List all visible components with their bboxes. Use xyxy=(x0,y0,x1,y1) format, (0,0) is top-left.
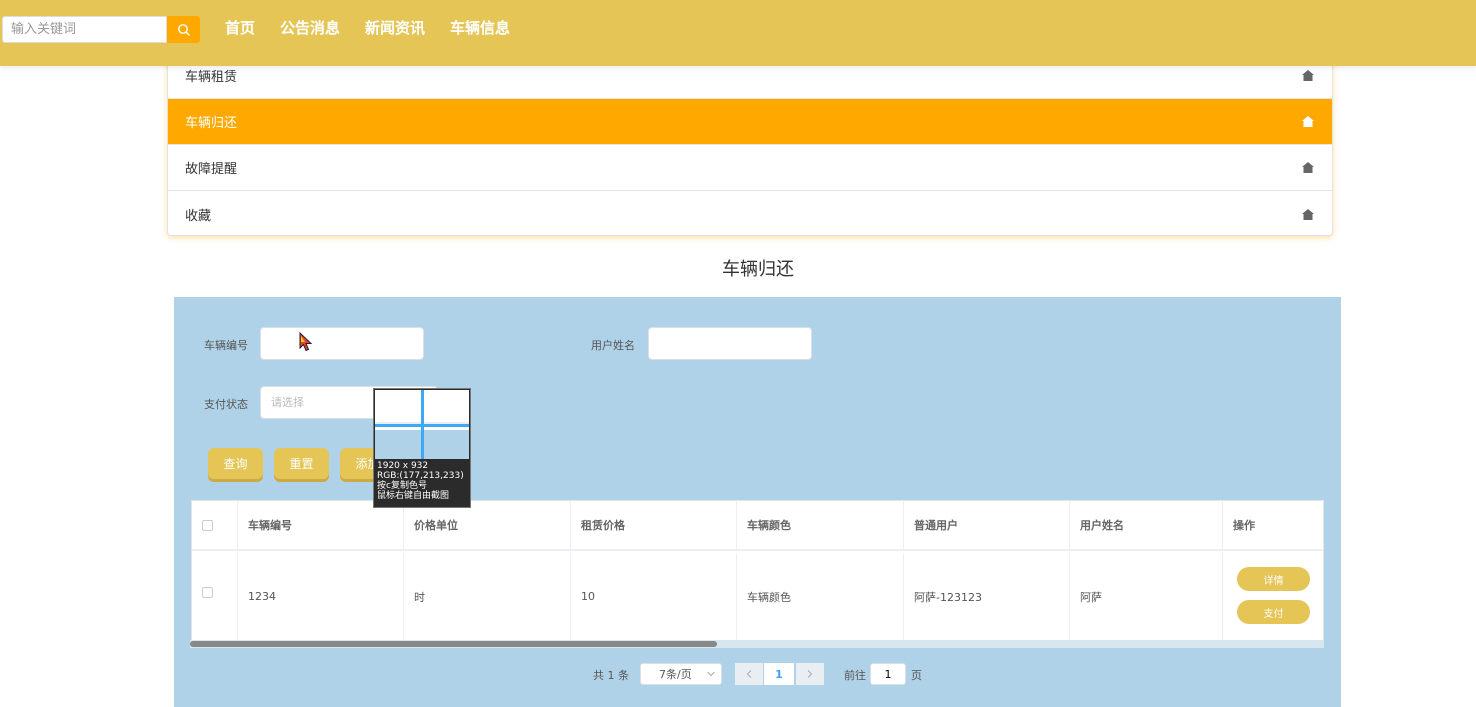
home-icon xyxy=(1302,70,1314,81)
picker-magnifier xyxy=(375,390,469,459)
goto-label: 前往 xyxy=(844,669,866,682)
search-button[interactable] xyxy=(167,16,200,43)
home-icon xyxy=(1302,116,1314,127)
table-cell: 10 xyxy=(571,553,737,640)
chevron-right-icon xyxy=(807,670,813,678)
select-all-cell xyxy=(192,501,238,551)
pagination-total: 共 1 条 xyxy=(593,669,629,682)
table-cell: 车辆颜色 xyxy=(737,553,904,640)
nav-item-home[interactable]: 首页 xyxy=(225,17,255,38)
nav-item-vehicle-info[interactable]: 车辆信息 xyxy=(450,17,510,38)
menu-item-label: 车辆租赁 xyxy=(185,70,238,85)
chevron-left-icon xyxy=(746,670,752,678)
picker-info: 1920 x 932 RGB:(177,213,233) 按c复制色号 鼠标右键… xyxy=(377,461,464,501)
pay-status-label: 支付状态 xyxy=(204,398,248,411)
table-cell: 时 xyxy=(404,553,571,640)
main-nav: 首页 公告消息 新闻资讯 车辆信息 xyxy=(225,17,510,38)
mouse-cursor-icon xyxy=(299,332,313,352)
table-cell: 1234 xyxy=(238,553,404,640)
next-page-button[interactable] xyxy=(796,663,824,685)
reset-button[interactable]: 重置 xyxy=(274,448,329,479)
home-icon xyxy=(1302,208,1314,220)
nav-item-news[interactable]: 新闻资讯 xyxy=(365,17,425,38)
picker-hint-capture: 鼠标右键自由截图 xyxy=(377,491,450,501)
table-header: 操作 xyxy=(1223,501,1323,551)
home-icon xyxy=(1302,162,1314,173)
table-cell: 阿萨 xyxy=(1070,553,1223,640)
page-size-select[interactable]: 7条/页 xyxy=(640,663,722,685)
data-table: 车辆编号 价格单位 租赁价格 车辆颜色 普通用户 用户姓名 操作 1234 时 … xyxy=(191,500,1324,647)
username-input[interactable] xyxy=(648,327,812,360)
table-header[interactable]: 普通用户 xyxy=(904,501,1070,551)
table-cell: 阿萨-123123 xyxy=(904,553,1070,640)
search-input[interactable] xyxy=(2,16,167,43)
menu-item-label: 故障提醒 xyxy=(185,162,238,177)
table-header[interactable]: 价格单位 xyxy=(404,501,571,551)
table-header[interactable]: 车辆颜色 xyxy=(737,501,904,551)
goto-page-input[interactable] xyxy=(870,663,906,685)
picker-size: 1920 x 932 xyxy=(377,461,429,471)
user-menu-list: 车辆租赁 车辆归还 故障提醒 收藏 xyxy=(167,52,1333,236)
table-header[interactable]: 租赁价格 xyxy=(571,501,737,551)
menu-item-fault-alert[interactable]: 故障提醒 xyxy=(168,145,1332,191)
page-number-current[interactable]: 1 xyxy=(764,663,794,685)
username-label: 用户姓名 xyxy=(591,339,635,352)
detail-button[interactable]: 详情 xyxy=(1237,567,1310,591)
picker-hint-copy: 按c复制色号 xyxy=(377,481,427,491)
row-checkbox[interactable] xyxy=(202,587,213,598)
menu-item-label: 收藏 xyxy=(185,208,212,224)
table-horizontal-scrollbar[interactable] xyxy=(190,640,1324,648)
vehicle-no-label: 车辆编号 xyxy=(204,339,248,352)
pay-button[interactable]: 支付 xyxy=(1237,600,1310,624)
select-all-checkbox[interactable] xyxy=(202,519,213,531)
page-size-value: 7条/页 xyxy=(659,668,692,681)
row-select-cell xyxy=(192,553,238,640)
page-title: 车辆归还 xyxy=(722,259,794,280)
search-icon xyxy=(177,23,190,36)
color-picker-overlay: 1920 x 932 RGB:(177,213,233) 按c复制色号 鼠标右键… xyxy=(373,388,471,508)
content-panel: 车辆编号 用户姓名 支付状态 查询 重置 添加 车辆编号 价格单位 租赁价格 车… xyxy=(174,297,1341,707)
menu-item-vehicle-return[interactable]: 车辆归还 xyxy=(168,99,1332,145)
scrollbar-thumb[interactable] xyxy=(190,641,717,647)
query-button[interactable]: 查询 xyxy=(208,448,263,479)
menu-item-favorites[interactable]: 收藏 xyxy=(168,191,1332,237)
chevron-down-icon xyxy=(707,671,715,677)
menu-item-label: 车辆归还 xyxy=(185,116,238,131)
table-header[interactable]: 车辆编号 xyxy=(238,501,404,551)
prev-page-button[interactable] xyxy=(735,663,763,685)
page-suffix: 页 xyxy=(911,669,922,682)
table-header[interactable]: 用户姓名 xyxy=(1070,501,1223,551)
top-navbar: 首页 公告消息 新闻资讯 车辆信息 xyxy=(0,0,1476,66)
nav-item-announcements[interactable]: 公告消息 xyxy=(280,17,340,38)
picker-rgb: RGB:(177,213,233) xyxy=(377,471,464,481)
vehicle-no-input[interactable] xyxy=(260,327,424,360)
